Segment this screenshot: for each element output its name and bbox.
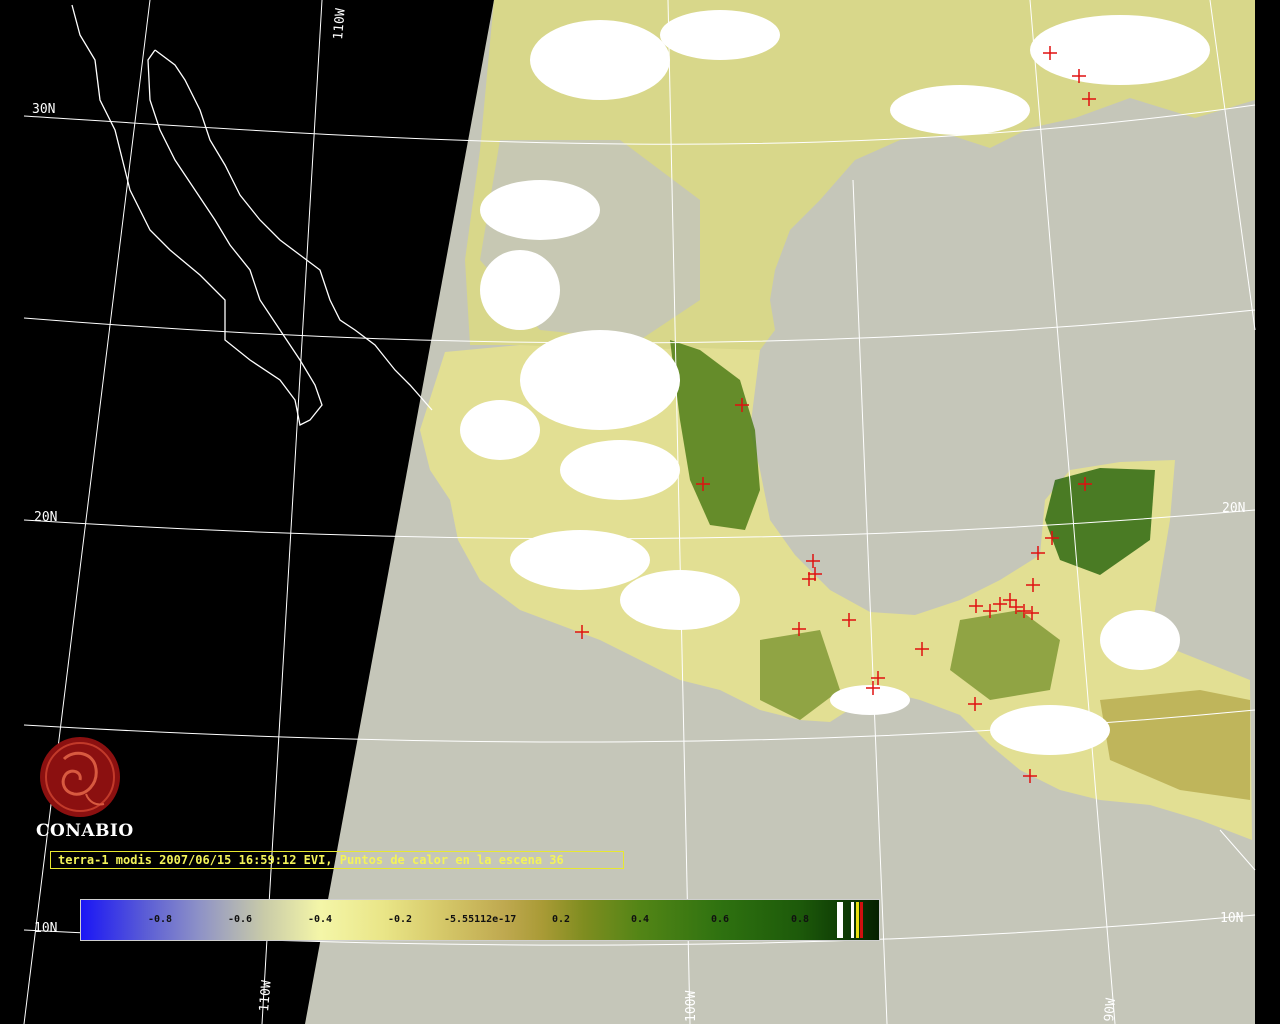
colorbar-tick-zero: -5.55112e-17 xyxy=(444,914,517,925)
grid-label-100w-bottom: 100W xyxy=(684,991,699,1022)
colorbar-tick-m06: -0.6 xyxy=(228,914,253,925)
colorbar-tick-m04: -0.4 xyxy=(308,914,333,925)
baja-coastline xyxy=(71,4,323,426)
colorbar-stripe-white-2 xyxy=(851,902,854,938)
colorbar-tick-06: 0.6 xyxy=(711,914,730,925)
grid-label-20n-left: 20N xyxy=(34,510,57,525)
map-view: 110W 30N 20N 20N 10N 10N 110W 100W 90W xyxy=(23,0,1256,1024)
grid-label-10n-right: 10N xyxy=(1220,911,1243,926)
sonora-coastline xyxy=(154,49,433,411)
grid-label-20n-right: 20N xyxy=(1222,501,1245,516)
colorbar-tick-02: 0.2 xyxy=(552,914,571,925)
colorbar-stripe-red xyxy=(860,902,863,938)
grid-label-30n: 30N xyxy=(32,102,55,117)
scene-caption: terra-1 modis 2007/06/15 16:59:12 EVI, P… xyxy=(50,851,624,869)
colorbar-tick-m08: -0.8 xyxy=(148,914,173,925)
grid-label-110w-bottom: 110W xyxy=(257,980,275,1013)
evi-colorbar: -0.8 -0.6 -0.4 -0.2 -5.55112e-17 0.2 0.4… xyxy=(80,899,880,941)
colorbar-tick-04: 0.4 xyxy=(631,914,650,925)
grid-label-90w-bottom: 90W xyxy=(1102,997,1119,1022)
conabio-logo-icon xyxy=(40,737,120,817)
grid-label-110w-top: 110W xyxy=(331,8,349,41)
conabio-logo-text: CONABIO xyxy=(36,821,134,841)
colorbar-stripe-white-1 xyxy=(837,902,843,938)
colorbar-tick-m02: -0.2 xyxy=(388,914,413,925)
colorbar-tick-08: 0.8 xyxy=(791,914,810,925)
grid-label-10n-left: 10N xyxy=(34,921,57,936)
colorbar-stripe-yellow xyxy=(856,902,859,938)
